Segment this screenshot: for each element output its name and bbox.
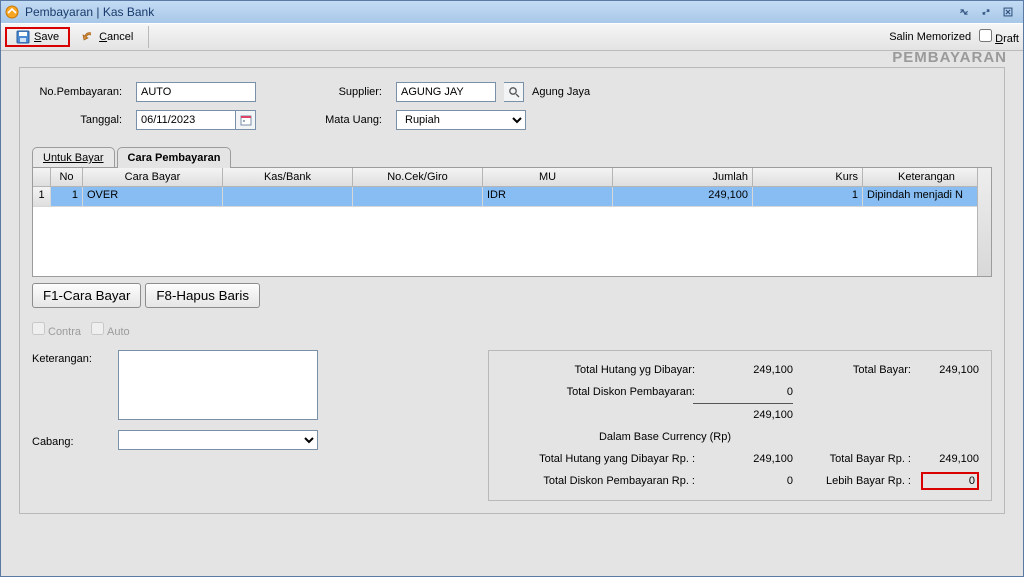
contra-checkbox: Contra [32,322,81,338]
cancel-button[interactable]: Cancel [70,27,144,47]
total-bayar-rp-value: 249,100 [917,453,979,465]
scrollbar[interactable] [977,168,991,276]
no-pembayaran-input[interactable] [136,82,256,102]
lebih-bayar-label: Lebih Bayar Rp. : [797,475,917,487]
app-icon [5,5,19,19]
main-panel: No.Pembayaran: Tanggal: Supplier: [19,67,1005,514]
col-mu: MU [483,168,613,186]
col-cara-bayar: Cara Bayar [83,168,223,186]
total-bayar-rp-label: Total Bayar Rp. : [797,453,917,465]
salin-memorized-link[interactable]: Salin Memorized [889,31,971,43]
diskon-rp-label: Total Diskon Pembayaran Rp. : [501,475,707,487]
grid-header: No Cara Bayar Kas/Bank No.Cek/Giro MU Ju… [33,168,991,187]
window: Pembayaran | Kas Bank Save Cancel Salin … [0,0,1024,577]
save-button[interactable]: Save [5,27,70,47]
draft-checkbox[interactable]: Draft [979,29,1019,45]
subtotal-value: 249,100 [707,409,797,421]
col-jumlah: Jumlah [613,168,753,186]
hutang-rp-value: 249,100 [707,453,797,465]
undo-icon [81,30,95,44]
cabang-select[interactable] [118,430,318,450]
mata-uang-label: Mata Uang: [316,114,388,126]
mata-uang-select[interactable]: Rupiah [396,110,526,130]
auto-checkbox: Auto [91,322,130,338]
calendar-icon[interactable] [236,110,256,130]
options-row: Contra Auto [32,322,992,338]
payment-grid[interactable]: No Cara Bayar Kas/Bank No.Cek/Giro MU Ju… [32,167,992,277]
cancel-label: Cancel [99,31,133,43]
col-keterangan: Keterangan [863,168,991,186]
total-hutang-dibayar-label: Total Hutang yg Dibayar: [501,364,707,376]
titlebar: Pembayaran | Kas Bank [1,1,1023,23]
totals-panel: Total Hutang yg Dibayar: 249,100 Total B… [488,350,992,501]
tab-cara-pembayaran[interactable]: Cara Pembayaran [117,147,232,168]
save-label: Save [34,31,59,43]
window-maximize-icon[interactable] [981,4,997,20]
search-icon[interactable] [504,82,524,102]
tanggal-label: Tanggal: [32,114,128,126]
form-body: PEMBAYARAN No.Pembayaran: Tanggal: [1,51,1023,576]
col-kurs: Kurs [753,168,863,186]
tabbar: Untuk Bayar Cara Pembayaran [32,146,992,167]
toolbar: Save Cancel Salin Memorized Draft [1,23,1023,51]
diskon-rp-value: 0 [707,475,797,487]
base-currency-label: Dalam Base Currency (Rp) [501,431,979,443]
total-diskon-value: 0 [707,386,797,398]
f1-cara-bayar-button[interactable]: F1-Cara Bayar [32,283,141,308]
col-kas-bank: Kas/Bank [223,168,353,186]
total-bayar-value: 249,100 [917,364,979,376]
tab-untuk-bayar[interactable]: Untuk Bayar [32,147,115,168]
total-diskon-label: Total Diskon Pembayaran: [501,386,707,398]
cabang-label: Cabang: [32,433,118,448]
window-title: Pembayaran | Kas Bank [25,5,154,19]
window-expand-icon[interactable] [959,4,975,20]
lebih-bayar-value: 0 [921,472,979,490]
keterangan-textarea[interactable] [118,350,318,420]
f8-hapus-baris-button[interactable]: F8-Hapus Baris [145,283,260,308]
window-close-icon[interactable] [1003,4,1019,20]
total-bayar-label: Total Bayar: [797,364,917,376]
keterangan-label: Keterangan: [32,350,118,365]
supplier-name: Agung Jaya [532,86,590,98]
col-no: No [51,168,83,186]
total-hutang-dibayar-value: 249,100 [707,364,797,376]
tanggal-input[interactable] [136,110,236,130]
supplier-input[interactable] [396,82,496,102]
supplier-label: Supplier: [316,86,388,98]
table-row[interactable]: 1 1 OVER IDR 249,100 1 Dipindah menjadi … [33,187,991,207]
page-title: PEMBAYARAN [892,49,1007,66]
hutang-rp-label: Total Hutang yang Dibayar Rp. : [501,453,707,465]
save-icon [16,30,30,44]
no-pembayaran-label: No.Pembayaran: [32,86,128,98]
col-no-cek: No.Cek/Giro [353,168,483,186]
